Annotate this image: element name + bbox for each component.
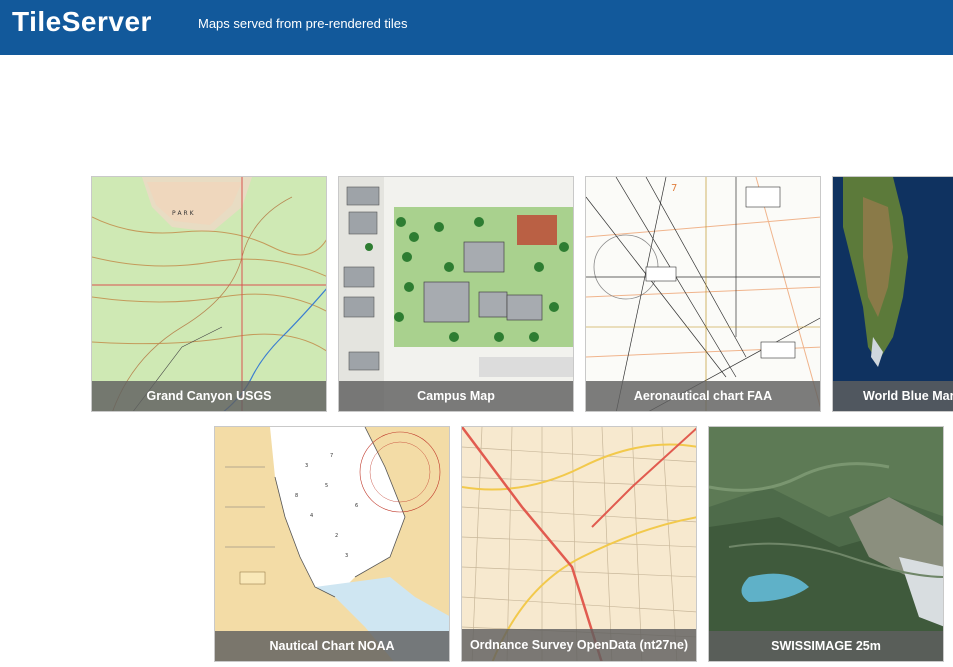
svg-text:P A R K: P A R K (172, 210, 195, 217)
map-thumbnail-satellite-globe (833, 177, 953, 411)
tile-caption: Aeronautical chart FAA (586, 381, 820, 411)
svg-text:7: 7 (671, 183, 677, 194)
map-tile-aeronautical-chart-faa[interactable]: 7 Aeronautical chart FAA (585, 176, 821, 412)
map-tile-nautical-chart-noaa[interactable]: 3 5 4 2 6 7 3 8 Nautical Chart NOAA (214, 426, 450, 662)
app-header: TileServer Maps served from pre-rendered… (0, 0, 953, 55)
map-thumbnail-street-map (462, 427, 696, 661)
map-thumbnail-nautical: 3 5 4 2 6 7 3 8 (215, 427, 449, 661)
svg-text:3: 3 (305, 463, 308, 469)
map-thumbnail-swiss-satellite (709, 427, 943, 661)
map-tile-grand-canyon-usgs[interactable]: P A R K Grand Canyon USGS (91, 176, 327, 412)
svg-text:8: 8 (295, 493, 298, 499)
tile-caption: Nautical Chart NOAA (215, 631, 449, 661)
tile-caption: Campus Map (339, 381, 573, 411)
brand-logo[interactable]: TileServer (12, 6, 152, 38)
map-thumbnail-topographic: P A R K (92, 177, 326, 411)
map-tile-swissimage-25m[interactable]: SWISSIMAGE 25m (708, 426, 944, 662)
map-thumbnail-campus (339, 177, 573, 411)
header-tagline: Maps served from pre-rendered tiles (198, 16, 408, 31)
tile-caption: Ordnance Survey OpenData (nt27ne) (462, 629, 696, 661)
map-tile-world-blue-marble[interactable]: World Blue Marble (832, 176, 953, 412)
svg-text:4: 4 (310, 513, 313, 519)
svg-text:7: 7 (330, 453, 333, 459)
map-tile-ordnance-survey-opendata[interactable]: Ordnance Survey OpenData (nt27ne) (461, 426, 697, 662)
svg-text:6: 6 (355, 503, 358, 509)
svg-text:2: 2 (335, 533, 338, 539)
map-thumbnail-aeronautical: 7 (586, 177, 820, 411)
svg-text:5: 5 (325, 483, 328, 489)
tile-caption: SWISSIMAGE 25m (709, 631, 943, 661)
svg-text:3: 3 (345, 553, 348, 559)
tile-caption: Grand Canyon USGS (92, 381, 326, 411)
map-tile-campus-map[interactable]: Campus Map (338, 176, 574, 412)
tile-caption: World Blue Marble (833, 381, 953, 411)
